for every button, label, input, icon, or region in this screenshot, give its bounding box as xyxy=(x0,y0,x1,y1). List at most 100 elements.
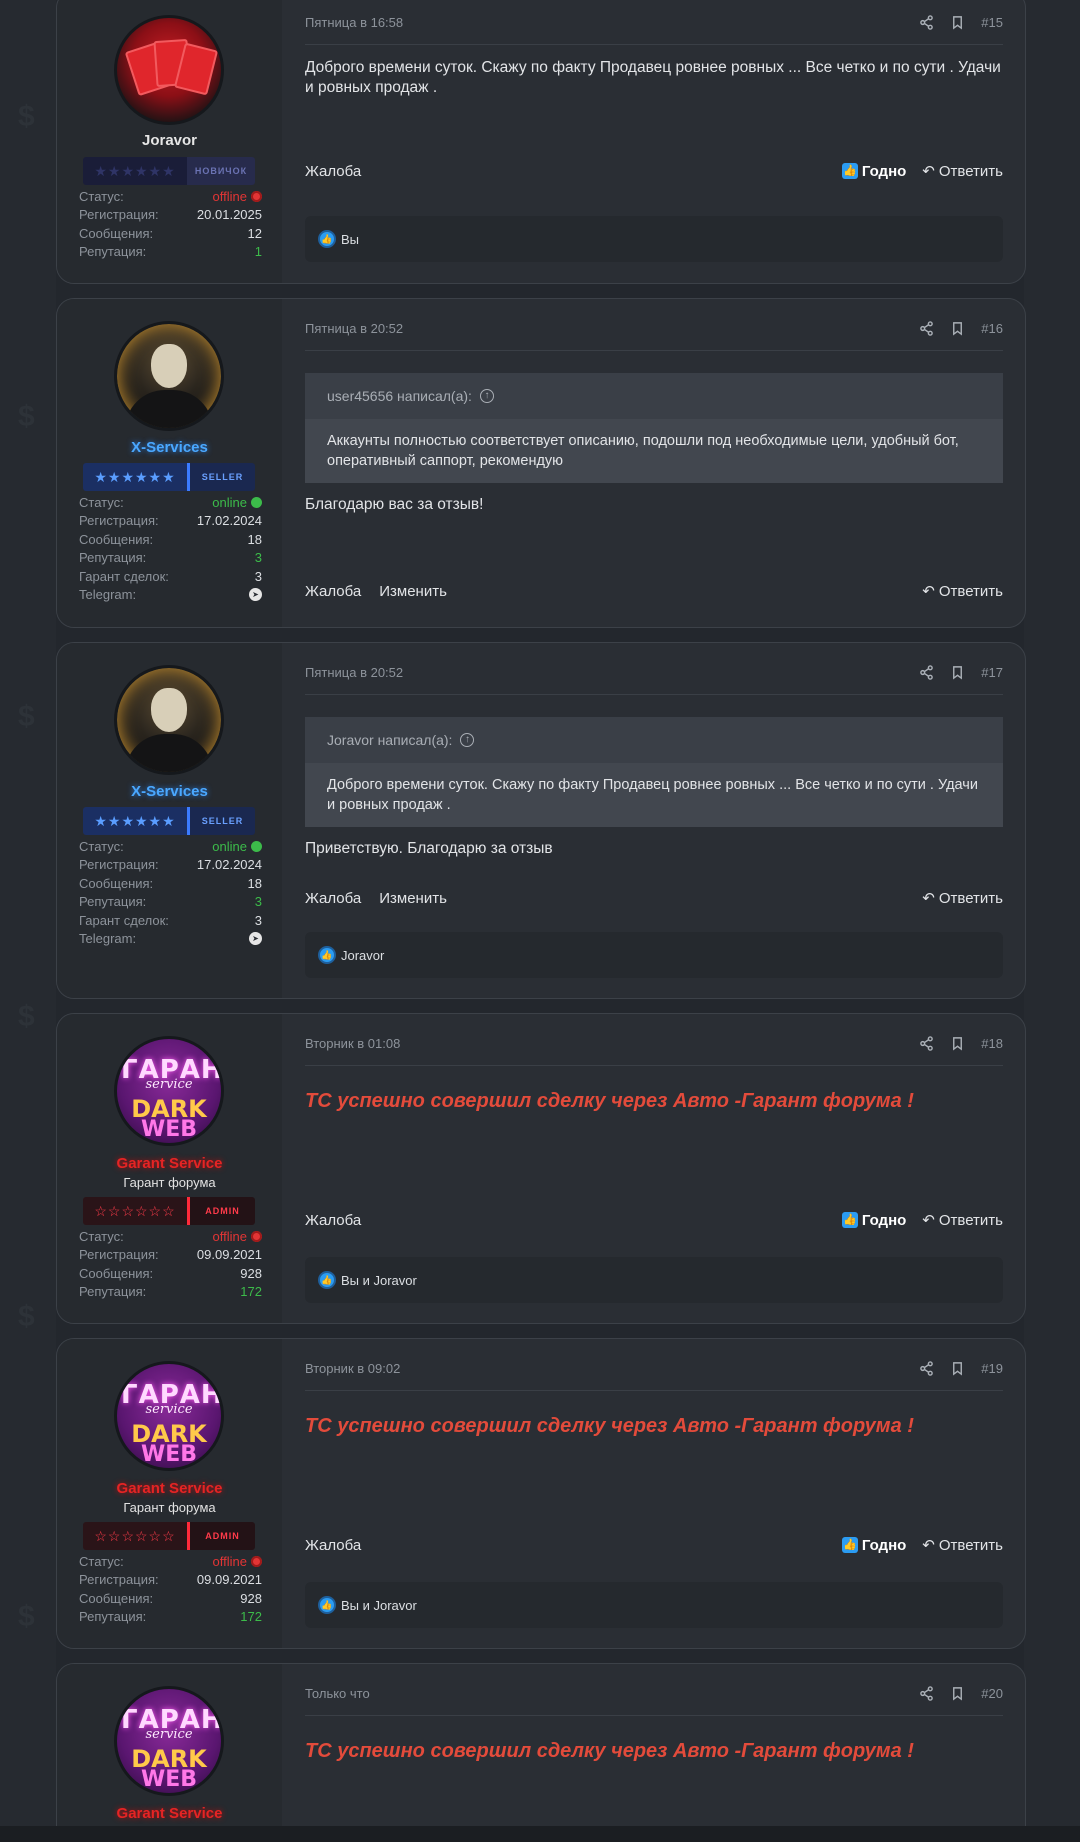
reply-button[interactable]: ↶ Ответить xyxy=(922,1211,1003,1230)
reply-label: Ответить xyxy=(938,889,1003,907)
registration-value: 09.09.2021 xyxy=(196,1247,262,1263)
user-panel: X-Services ★★★★★★ SELLER Статус: online Р… xyxy=(57,299,282,627)
telegram-icon[interactable]: ➤ xyxy=(249,588,262,602)
post-body: Вторник в 01:08 #18 ТС успешно совершил … xyxy=(282,1014,1025,1323)
username[interactable]: Garant Service xyxy=(57,1480,282,1497)
complaint-button[interactable]: Жалоба xyxy=(305,890,361,907)
post-18: ГАРАНТ service DARK WEB Garant Service Г… xyxy=(56,1013,1026,1324)
quote-author[interactable]: user45656 написал(а): xyxy=(327,388,472,404)
post-date[interactable]: Вторник в 09:02 xyxy=(305,1361,400,1376)
avatar-text-2: service xyxy=(145,1727,193,1742)
edit-button[interactable]: Изменить xyxy=(379,890,447,907)
rank-label: ADMIN xyxy=(187,1197,255,1225)
reply-label: Ответить xyxy=(938,1536,1003,1554)
share-icon[interactable] xyxy=(919,1361,934,1376)
bookmark-icon[interactable] xyxy=(950,665,965,680)
offline-dot-icon xyxy=(251,1230,262,1242)
telegram-label: Telegram: xyxy=(79,587,137,603)
avatar[interactable] xyxy=(114,665,224,775)
messages-value: 928 xyxy=(240,1590,262,1606)
quote-jump-icon[interactable]: ↑ xyxy=(479,389,494,403)
rank-stars-icon: ☆☆☆☆☆☆ xyxy=(83,1197,187,1225)
post-16: X-Services ★★★★★★ SELLER Статус: online Р… xyxy=(56,298,1026,628)
registration-value: 17.02.2024 xyxy=(196,513,262,529)
complaint-button[interactable]: Жалоба xyxy=(305,1537,361,1554)
share-icon[interactable] xyxy=(919,15,934,30)
post-number[interactable]: #15 xyxy=(981,15,1003,30)
post-content: ТС успешно совершил сделку через Авто -Г… xyxy=(305,1090,914,1112)
likes-bar[interactable]: 👍 Вы и Joravor xyxy=(305,1582,1003,1628)
avatar-text-4: WEB xyxy=(140,1767,198,1792)
bookmark-icon[interactable] xyxy=(950,321,965,336)
registration-value: 17.02.2024 xyxy=(196,857,262,873)
rank-stars-icon: ★★★★★★ xyxy=(83,807,187,835)
username[interactable]: Joravor xyxy=(57,132,282,149)
quote-author[interactable]: Joravor написал(а): xyxy=(327,732,452,748)
complaint-button[interactable]: Жалоба xyxy=(305,1212,361,1229)
reputation-value: 172 xyxy=(240,1284,262,1300)
like-button[interactable]: 👍 Годно xyxy=(841,163,906,180)
messages-label: Сообщения: xyxy=(79,531,154,547)
reply-button[interactable]: ↶ Ответить xyxy=(922,889,1003,908)
post-number[interactable]: #17 xyxy=(981,665,1003,680)
likes-bar[interactable]: 👍 Вы xyxy=(305,216,1003,262)
reputation-label: Репутация: xyxy=(79,1609,147,1625)
post-number[interactable]: #16 xyxy=(981,321,1003,336)
reply-icon: ↶ xyxy=(922,1212,935,1229)
likes-bar[interactable]: 👍 Вы и Joravor xyxy=(305,1257,1003,1303)
status-label: Статус: xyxy=(79,838,124,854)
post-date[interactable]: Пятница в 16:58 xyxy=(305,15,403,30)
bookmark-icon[interactable] xyxy=(950,1361,965,1376)
registration-label: Регистрация: xyxy=(79,857,159,873)
avatar[interactable]: ГАРАНТ service DARK WEB xyxy=(114,1036,224,1146)
reputation-label: Репутация: xyxy=(79,1284,147,1300)
telegram-icon[interactable]: ➤ xyxy=(249,932,262,946)
post-number[interactable]: #20 xyxy=(981,1686,1003,1701)
bookmark-icon[interactable] xyxy=(950,1686,965,1701)
complaint-button[interactable]: Жалоба xyxy=(305,163,361,180)
garant-label: Гарант сделок: xyxy=(79,912,169,928)
status-value: offline xyxy=(212,1228,247,1244)
like-button[interactable]: 👍 Годно xyxy=(841,1537,906,1554)
reply-button[interactable]: ↶ Ответить xyxy=(922,1536,1003,1555)
status-value: online xyxy=(212,494,247,510)
likes-bar[interactable]: 👍 Joravor xyxy=(305,932,1003,978)
garant-label: Гарант сделок: xyxy=(79,568,169,584)
edit-button[interactable]: Изменить xyxy=(379,583,447,600)
avatar[interactable] xyxy=(114,321,224,431)
username[interactable]: Garant Service xyxy=(57,1155,282,1172)
post-date[interactable]: Пятница в 20:52 xyxy=(305,321,403,336)
post-date[interactable]: Пятница в 20:52 xyxy=(305,665,403,680)
share-icon[interactable] xyxy=(919,665,934,680)
post-body: Пятница в 16:58 #15 Доброго времени суто… xyxy=(282,0,1025,283)
bookmark-icon[interactable] xyxy=(950,1036,965,1051)
share-icon[interactable] xyxy=(919,1036,934,1051)
registration-label: Регистрация: xyxy=(79,207,159,223)
post-date[interactable]: Вторник в 01:08 xyxy=(305,1036,400,1051)
complaint-button[interactable]: Жалоба xyxy=(305,583,361,600)
reputation-label: Репутация: xyxy=(79,244,147,260)
registration-label: Регистрация: xyxy=(79,1572,159,1588)
avatar[interactable]: ГАРАНТ service DARK WEB xyxy=(114,1361,224,1471)
rank-badge: ★★★★★★ SELLER xyxy=(83,463,255,491)
avatar[interactable]: ГАРАНТ service DARK WEB xyxy=(114,1686,224,1796)
user-panel: ГАРАНТ service DARK WEB Garant Service Г… xyxy=(57,1339,282,1648)
reputation-value: 172 xyxy=(240,1609,262,1625)
reply-button[interactable]: ↶ Ответить xyxy=(922,582,1003,601)
like-button[interactable]: 👍 Годно xyxy=(841,1212,906,1229)
username[interactable]: X-Services xyxy=(57,783,282,800)
share-icon[interactable] xyxy=(919,1686,934,1701)
username[interactable]: Garant Service xyxy=(57,1805,282,1822)
avatar[interactable] xyxy=(114,15,224,125)
share-icon[interactable] xyxy=(919,321,934,336)
post-date[interactable]: Только что xyxy=(305,1686,370,1701)
post-number[interactable]: #18 xyxy=(981,1036,1003,1051)
reply-button[interactable]: ↶ Ответить xyxy=(922,162,1003,181)
username[interactable]: X-Services xyxy=(57,439,282,456)
user-panel: Joravor ★★★★★★ НОВИЧОК Статус: offline Ре… xyxy=(57,0,282,283)
quote-jump-icon[interactable]: ↑ xyxy=(460,733,475,747)
bookmark-icon[interactable] xyxy=(950,15,965,30)
quote-block: Joravor написал(а): ↑ Доброго времени сут… xyxy=(305,717,1003,827)
quote-text: Аккаунты полностью соответствует описани… xyxy=(305,419,1003,483)
post-number[interactable]: #19 xyxy=(981,1361,1003,1376)
